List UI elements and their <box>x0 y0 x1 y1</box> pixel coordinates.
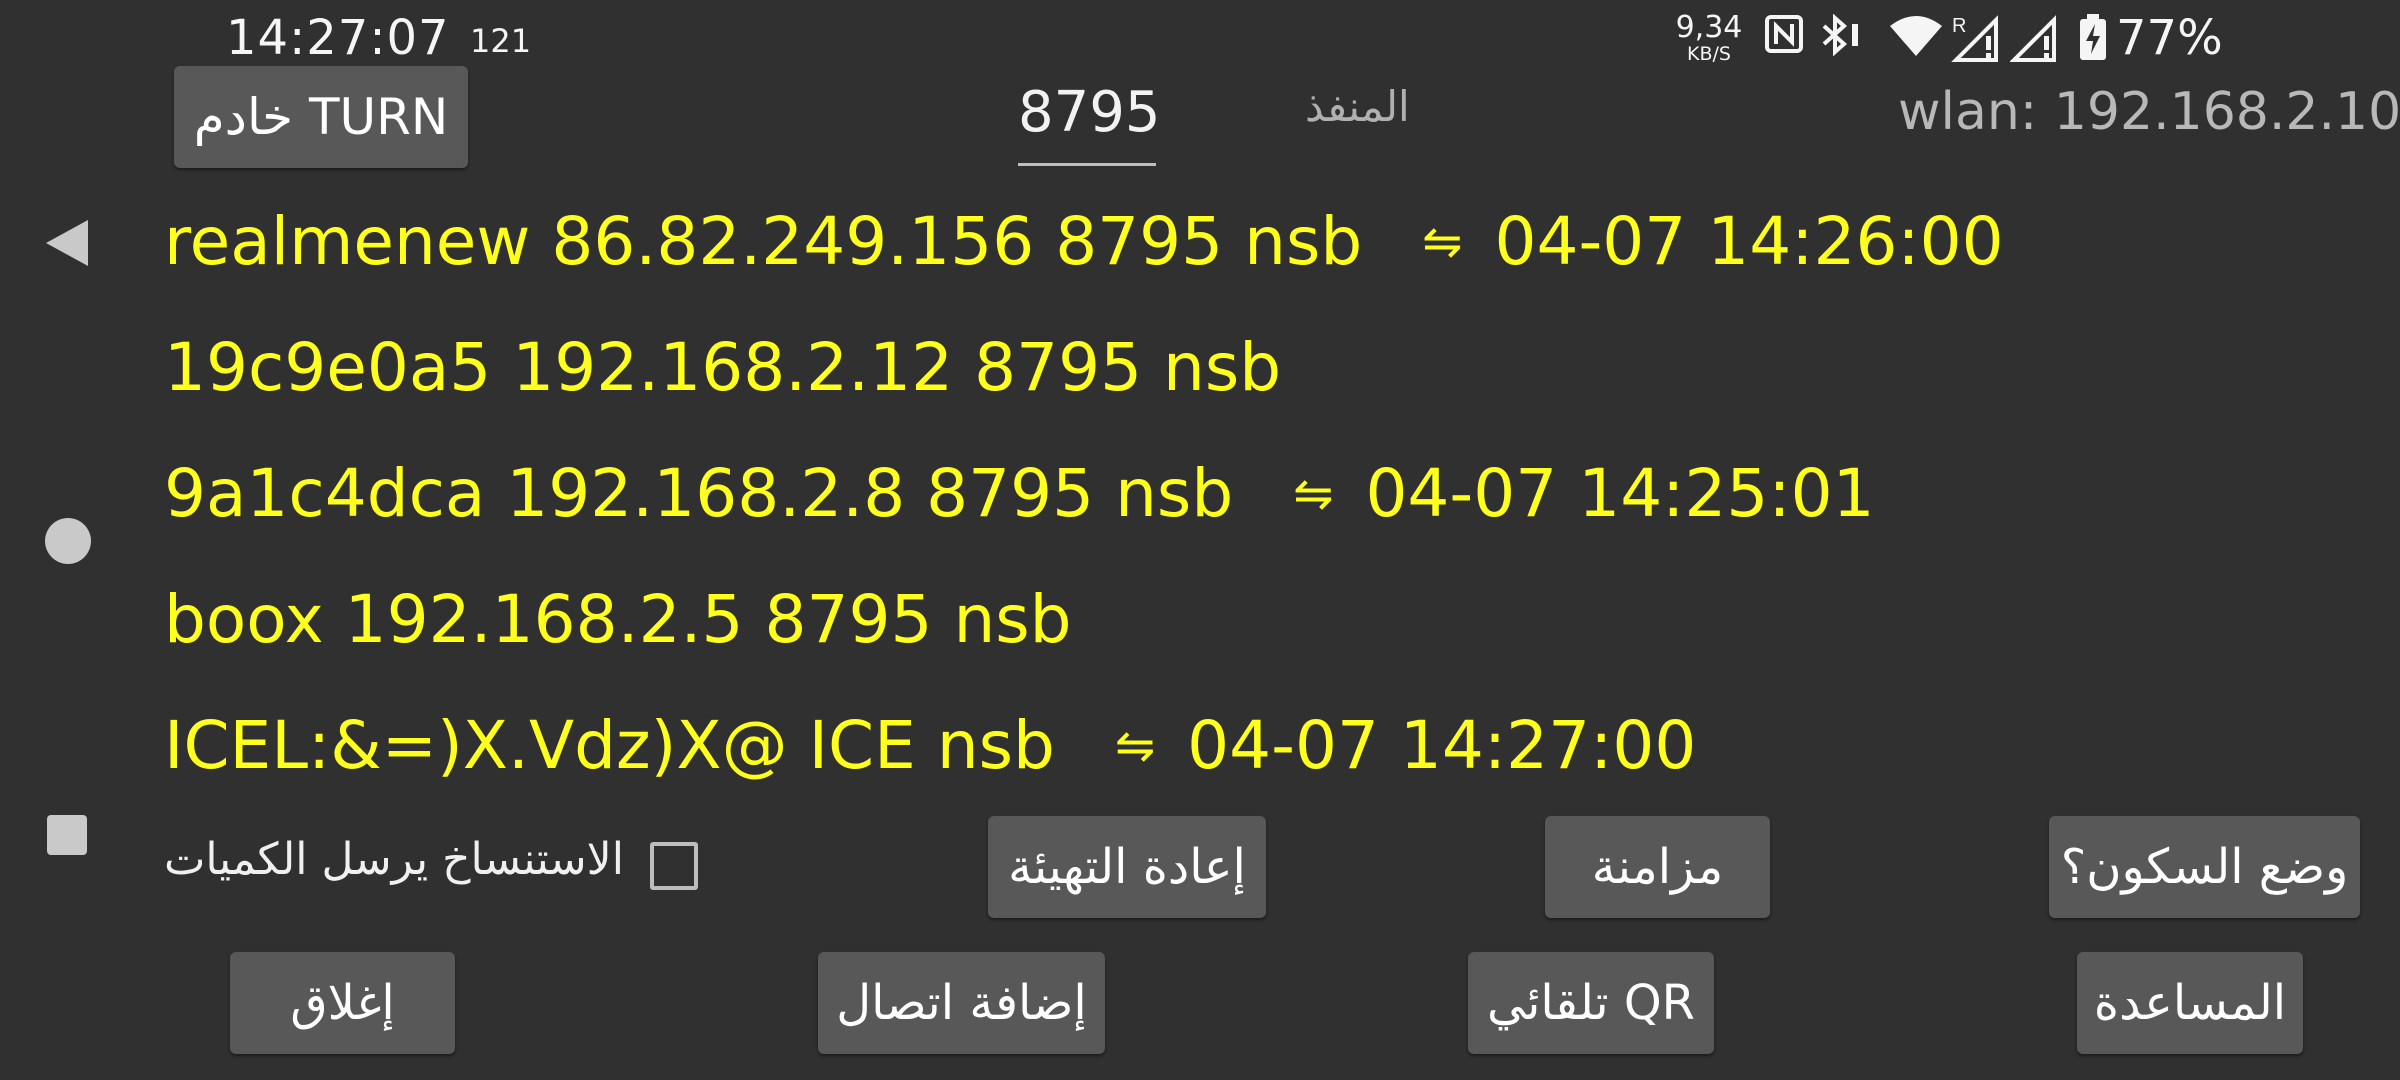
nav-back-icon[interactable] <box>44 218 90 272</box>
connection-timestamp: 04-07 14:26:00 <box>1494 203 2004 280</box>
connection-text: 19c9e0a5 192.168.2.12 8795 nsb <box>164 329 1282 406</box>
signal-icon <box>2009 14 2062 66</box>
clone-sends-quantities-checkbox[interactable] <box>650 842 698 890</box>
connection-item[interactable]: 19c9e0a5 192.168.2.12 8795 nsb <box>164 328 1281 408</box>
sync-button[interactable]: مزامنة <box>1545 816 1770 918</box>
connection-timestamp: 04-07 14:25:01 <box>1365 455 1875 532</box>
close-button[interactable]: إغلاق <box>230 952 455 1054</box>
network-speed-value: 9,34 <box>1675 10 1743 45</box>
nfc-icon <box>1764 14 1804 58</box>
connection-item[interactable]: realmenew 86.82.249.156 8795 nsb ⇋ 04-07 1… <box>164 202 2004 286</box>
connection-text: 9a1c4dca 192.168.2.8 8795 nsb <box>164 455 1234 532</box>
connection-item[interactable]: 9a1c4dca 192.168.2.8 8795 nsb ⇋ 04-07 14:2… <box>164 454 1875 538</box>
network-speed-unit: KB/S <box>1687 43 1731 65</box>
svg-text:R: R <box>1952 15 1966 37</box>
connection-timestamp: 04-07 14:27:00 <box>1187 707 1697 784</box>
connection-item[interactable]: boox 192.168.2.5 8795 nsb <box>164 580 1072 660</box>
battery-percent: 77% <box>2116 10 2223 66</box>
app-screen: 14:27:07 121 9,34 KB/S R 77% خادم TURN 8… <box>0 0 2400 1080</box>
wlan-address: wlan: 192.168.2.10 <box>1898 82 2400 142</box>
status-bar: 14:27:07 121 9,34 KB/S R 77% <box>0 0 2400 72</box>
connection-item[interactable]: ICEL:&=)X.Vdz)X@ ICE nsb ⇋ 04-07 14:27:00 <box>164 706 1696 790</box>
network-speed: 9,34 KB/S <box>1666 10 1752 65</box>
reset-button[interactable]: إعادة التهيئة <box>988 816 1266 918</box>
wifi-icon <box>1888 14 1944 62</box>
battery-charging-icon <box>2078 14 2108 66</box>
turn-server-button[interactable]: خادم TURN <box>174 66 468 168</box>
help-button[interactable]: المساعدة <box>2077 952 2303 1054</box>
sync-arrows-icon: ⇋ <box>1422 213 1463 270</box>
nav-recents-icon[interactable] <box>47 815 87 855</box>
notification-count: 121 <box>470 22 532 60</box>
nav-home-icon[interactable] <box>45 518 91 564</box>
sync-arrows-icon: ⇋ <box>1114 717 1156 774</box>
signal-roaming-icon: R <box>1950 14 2006 66</box>
status-clock: 14:27:07 <box>226 10 450 66</box>
sleep-mode-button[interactable]: وضع السكون؟ <box>2049 816 2360 918</box>
connection-text: ICEL:&=)X.Vdz)X@ ICE nsb <box>164 707 1055 784</box>
port-input[interactable]: 8795 <box>1018 70 1161 166</box>
qr-auto-button[interactable]: تلقائي QR <box>1468 952 1714 1054</box>
connection-text: boox 192.168.2.5 8795 nsb <box>164 581 1072 658</box>
port-label: المنفذ <box>1305 82 1410 131</box>
add-connection-button[interactable]: إضافة اتصال <box>818 952 1105 1054</box>
bluetooth-icon <box>1818 13 1868 60</box>
clone-sends-quantities-label: الاستنساخ يرسل الكميات <box>164 834 624 885</box>
connection-text: realmenew 86.82.249.156 8795 nsb <box>164 203 1363 280</box>
sync-arrows-icon: ⇋ <box>1293 465 1334 522</box>
